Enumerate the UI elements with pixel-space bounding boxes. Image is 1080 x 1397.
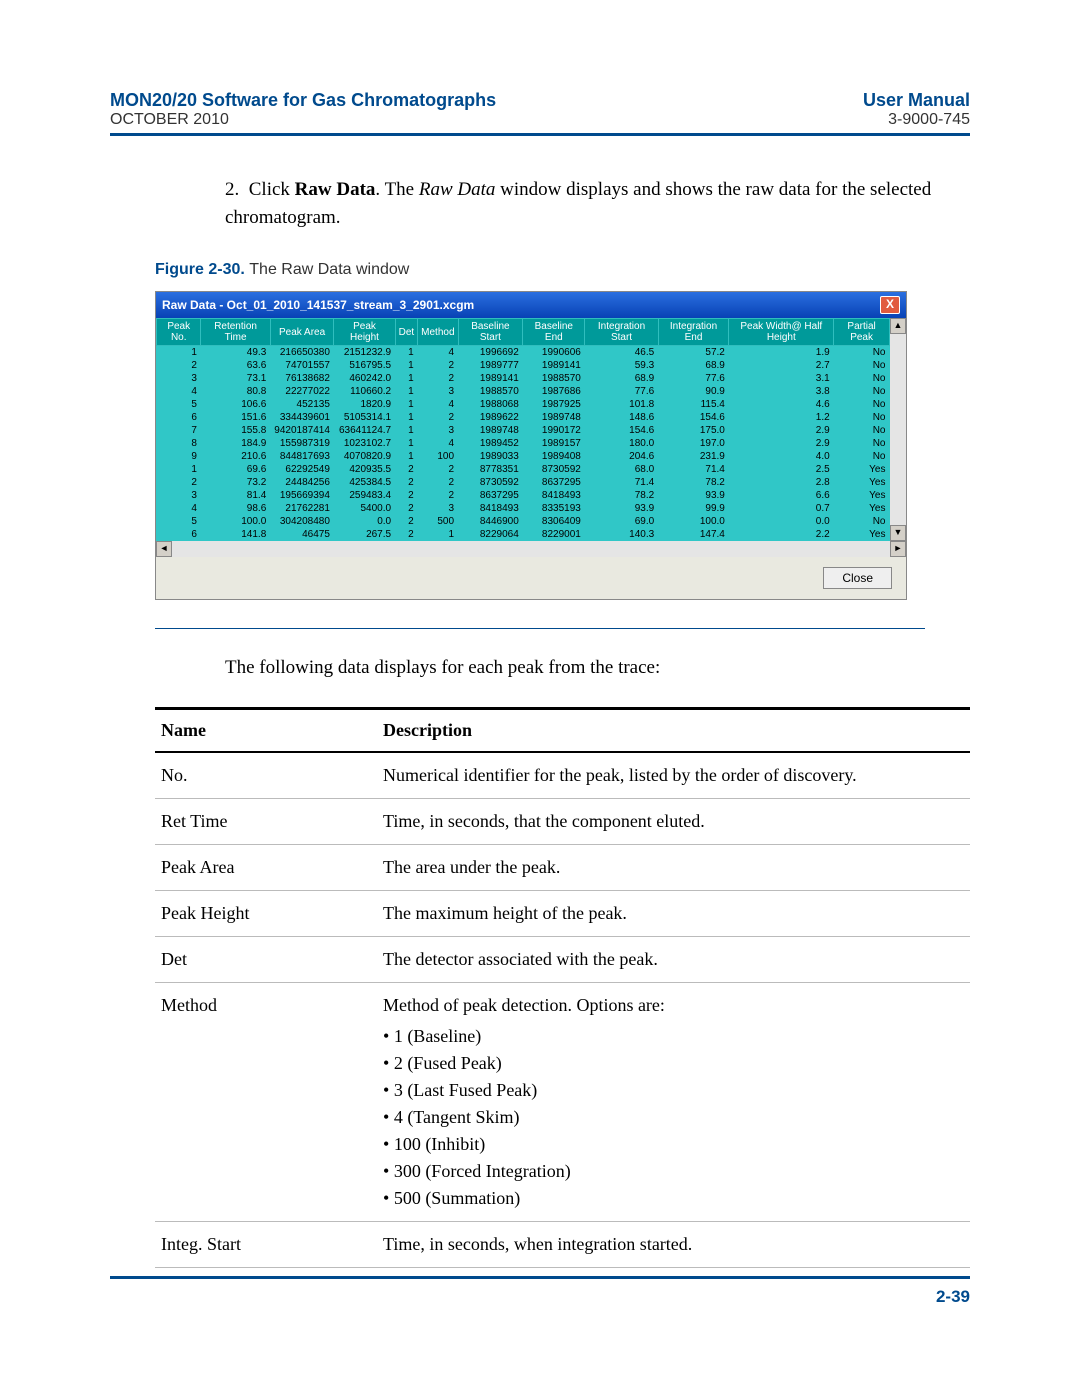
close-icon[interactable]: X [880, 296, 900, 314]
table-row[interactable]: 149.32166503802151232.914199669219906064… [157, 346, 890, 360]
col-description: Description [377, 709, 970, 753]
table-row[interactable]: 480.822277022110660.2131988570198768677.… [157, 385, 890, 398]
doc-title: MON20/20 Software for Gas Chromatographs [110, 90, 496, 111]
table-col-header[interactable]: Peak No. [157, 319, 201, 346]
raw-data-window: Raw Data - Oct_01_2010_141537_stream_3_2… [155, 291, 907, 600]
table-col-header[interactable]: Method [418, 319, 458, 346]
scroll-left-icon[interactable]: ◄ [156, 541, 172, 557]
table-row[interactable]: 373.176138682460242.0121989141198857068.… [157, 372, 890, 385]
table-col-header[interactable]: Partial Peak [834, 319, 890, 346]
titlebar[interactable]: Raw Data - Oct_01_2010_141537_stream_3_2… [156, 292, 906, 318]
table-row[interactable]: 5106.64521351820.91419880681987925101.81… [157, 398, 890, 411]
table-col-header[interactable]: Integration End [658, 319, 729, 346]
scroll-up-icon[interactable]: ▲ [890, 318, 906, 334]
table-col-header[interactable]: Det [395, 319, 418, 346]
doc-date: OCTOBER 2010 [110, 111, 496, 129]
horizontal-scrollbar[interactable]: ◄ ► [156, 541, 906, 557]
window-title: Raw Data - Oct_01_2010_141537_stream_3_2… [162, 298, 474, 312]
table-col-header[interactable]: Peak Area [270, 319, 334, 346]
desc-row: Ret TimeTime, in seconds, that the compo… [155, 799, 970, 845]
divider [155, 628, 925, 629]
desc-row: Peak AreaThe area under the peak. [155, 845, 970, 891]
table-row[interactable]: 498.6217622815400.0238418493833519393.99… [157, 502, 890, 515]
page-header: MON20/20 Software for Gas Chromatographs… [110, 90, 970, 136]
close-button[interactable]: Close [823, 567, 892, 589]
table-row[interactable]: 169.662292549420935.5228778351873059268.… [157, 463, 890, 476]
table-row[interactable]: 273.224484256425384.5228730592863729571.… [157, 476, 890, 489]
table-row[interactable]: 8184.91559873191023102.71419894521989157… [157, 437, 890, 450]
desc-row: DetThe detector associated with the peak… [155, 937, 970, 983]
table-col-header[interactable]: Retention Time [201, 319, 270, 346]
scroll-right-icon[interactable]: ► [890, 541, 906, 557]
col-name: Name [155, 709, 377, 753]
doc-kind: User Manual [863, 90, 970, 111]
table-col-header[interactable]: Baseline Start [458, 319, 523, 346]
table-col-header[interactable]: Baseline End [523, 319, 585, 346]
table-row[interactable]: 5100.03042084800.025008446900830640969.0… [157, 515, 890, 528]
table-row[interactable]: 6141.846475267.52182290648229001140.3147… [157, 528, 890, 541]
table-col-header[interactable]: Integration Start [585, 319, 658, 346]
scroll-down-icon[interactable]: ▼ [890, 525, 906, 541]
table-col-header[interactable]: Peak Width@ Half Height [729, 319, 834, 346]
description-table: Name Description No.Numerical identifier… [155, 707, 970, 1268]
desc-row: Peak HeightThe maximum height of the pea… [155, 891, 970, 937]
table-row[interactable]: 7155.8942018741463641124.713198974819901… [157, 424, 890, 437]
figure-caption: Figure 2-30. The Raw Data window [155, 261, 970, 279]
vertical-scrollbar[interactable]: ▲ ▼ [890, 318, 906, 541]
table-row[interactable]: 6151.63344396015105314.11219896221989748… [157, 411, 890, 424]
table-row[interactable]: 381.4195669394259483.4228637295841849378… [157, 489, 890, 502]
step-number: 2. [225, 179, 239, 200]
desc-row: Integ. StartTime, in seconds, when integ… [155, 1222, 970, 1268]
page-number: 2-39 [110, 1276, 970, 1307]
table-row[interactable]: 263.674701557516795.5121989777198914159.… [157, 359, 890, 372]
doc-number: 3-9000-745 [863, 111, 970, 129]
table-col-header[interactable]: Peak Height [334, 319, 395, 346]
desc-row: No.Numerical identifier for the peak, li… [155, 752, 970, 799]
raw-data-table: Peak No.Retention TimePeak AreaPeak Heig… [156, 318, 890, 541]
body-paragraph: The following data displays for each pea… [225, 657, 925, 679]
desc-row: MethodMethod of peak detection. Options … [155, 983, 970, 1222]
step-text: 2. Click Raw Data. The Raw Data window d… [225, 176, 970, 231]
table-row[interactable]: 9210.68448176934070820.91100198903319894… [157, 450, 890, 463]
